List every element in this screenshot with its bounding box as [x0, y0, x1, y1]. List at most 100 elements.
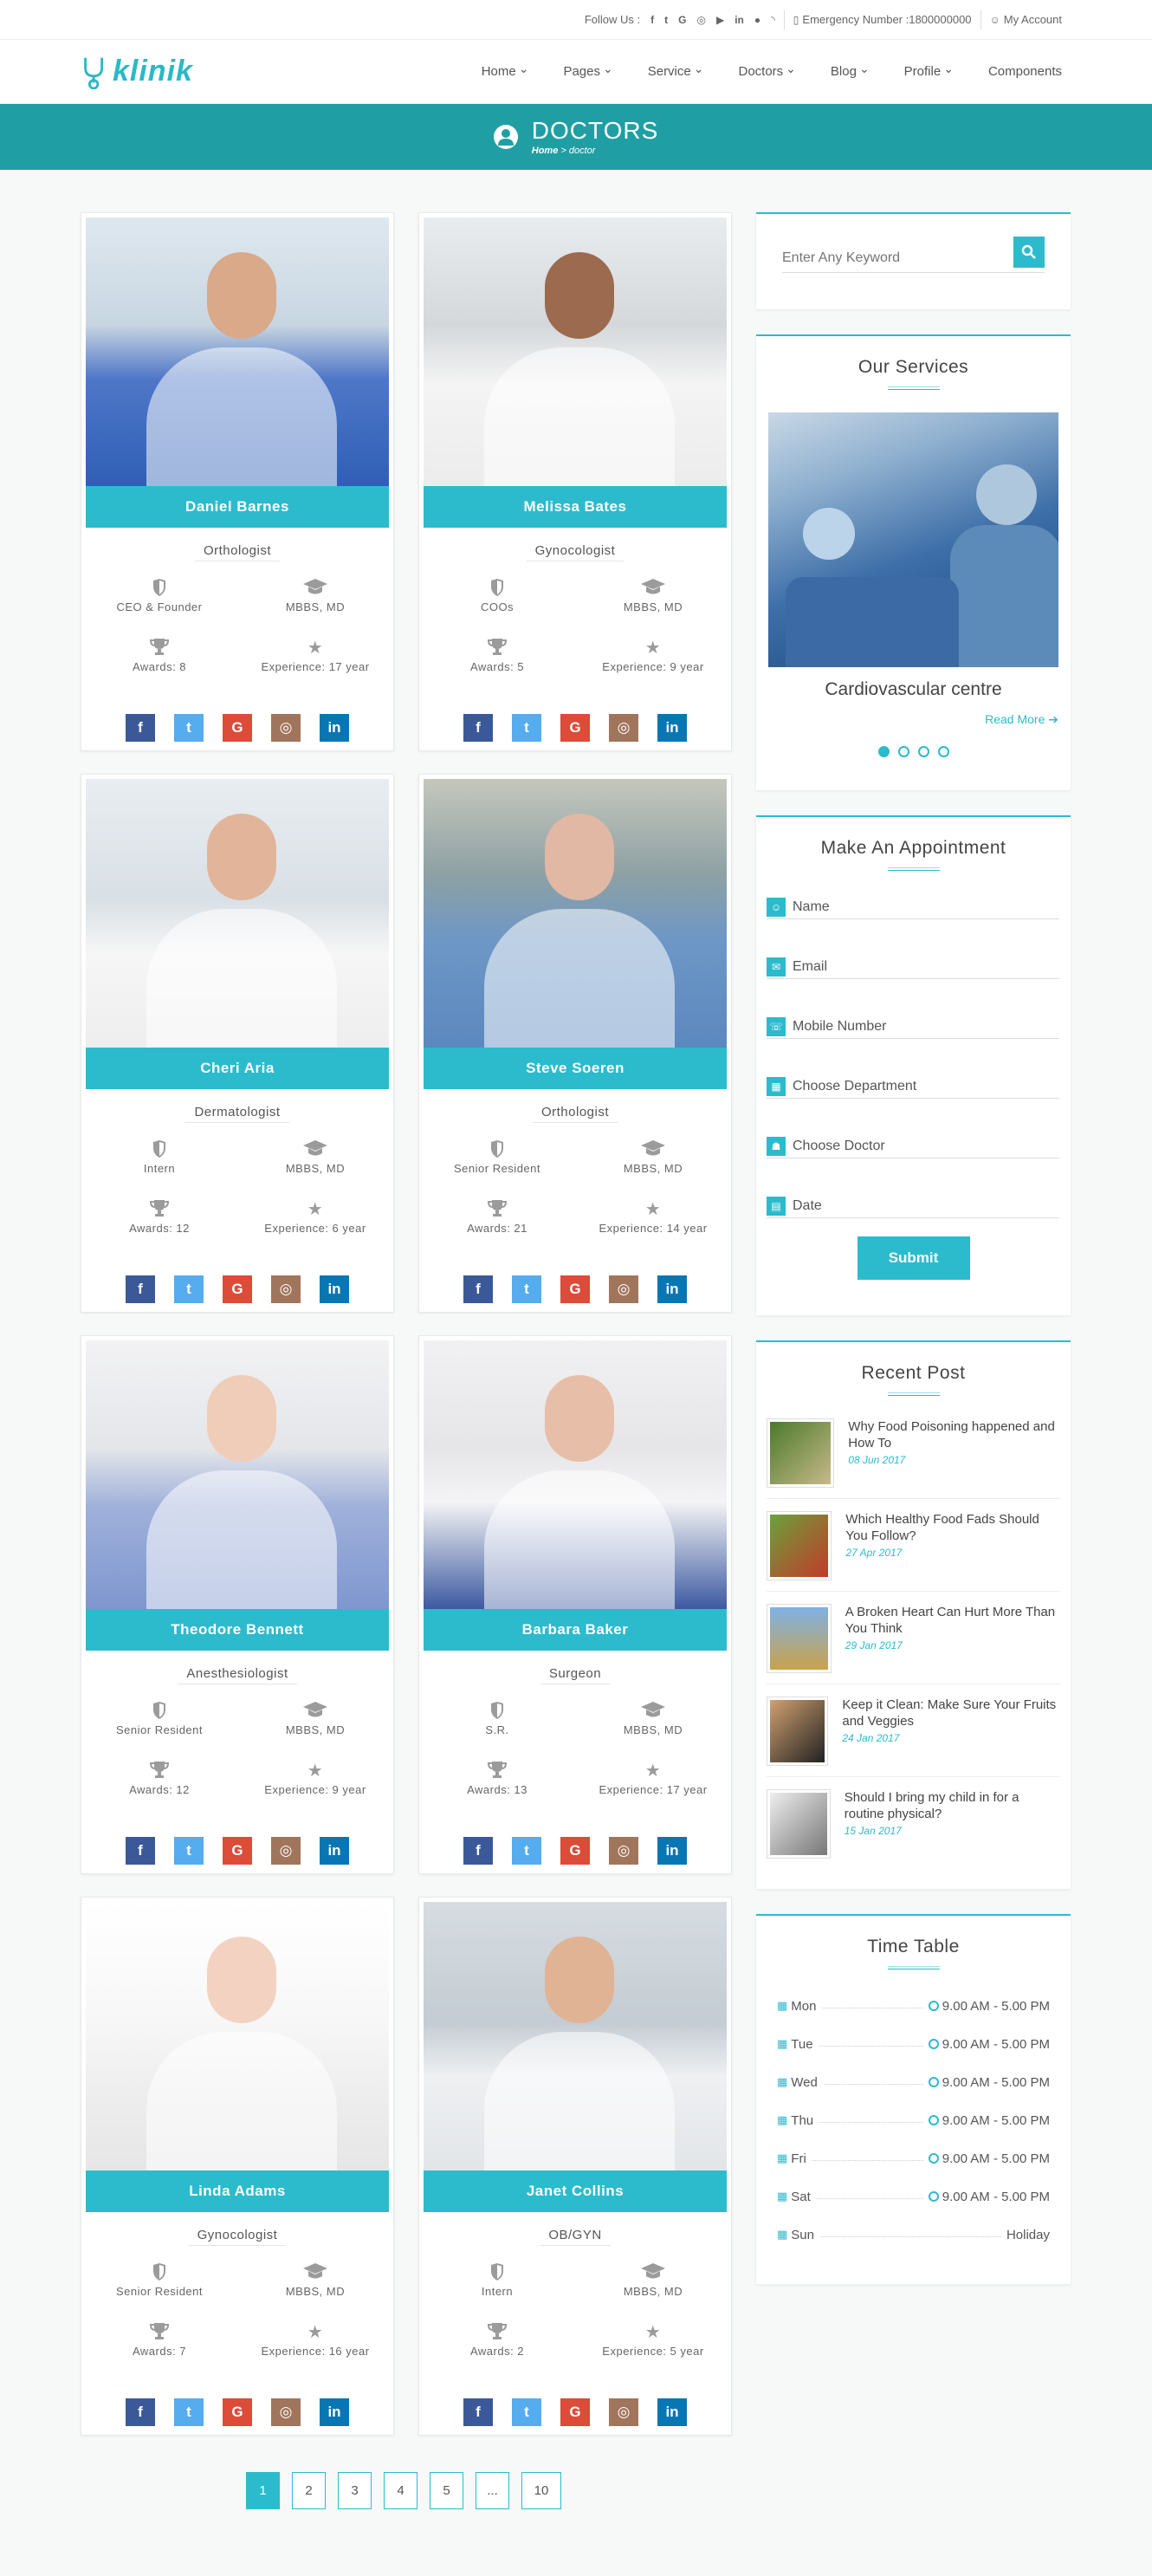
slider-dot[interactable]: [897, 746, 909, 757]
facebook-icon[interactable]: f: [126, 2398, 155, 2426]
recent-post[interactable]: Which Healthy Food Fads Should You Follo…: [767, 1499, 1060, 1592]
mobile-input[interactable]: [793, 1018, 1059, 1035]
doctor-name[interactable]: Cheri Aria: [86, 1048, 389, 1089]
flickr-icon[interactable]: ●: [754, 14, 760, 26]
linkedin-icon[interactable]: in: [320, 1837, 349, 1865]
linkedin-icon[interactable]: in: [735, 14, 744, 26]
search-button[interactable]: [1013, 236, 1045, 268]
facebook-icon[interactable]: f: [650, 14, 654, 26]
page-button[interactable]: 3: [338, 2472, 372, 2509]
page-button[interactable]: 5: [430, 2472, 463, 2509]
google-icon[interactable]: G: [560, 714, 590, 742]
twitter-icon[interactable]: t: [512, 714, 541, 742]
post-thumbnail[interactable]: [767, 1511, 832, 1580]
service-image[interactable]: [768, 412, 1058, 667]
google-icon[interactable]: G: [560, 1837, 590, 1865]
submit-button[interactable]: Submit: [857, 1236, 970, 1280]
google-icon[interactable]: G: [223, 1275, 252, 1303]
doctor-photo[interactable]: [86, 779, 389, 1048]
post-title[interactable]: Should I bring my child in for a routine…: [845, 1789, 1060, 1822]
date-input[interactable]: [793, 1197, 1059, 1214]
google-icon[interactable]: G: [560, 2398, 590, 2426]
instagram-icon[interactable]: ◎: [609, 714, 638, 742]
nav-item-service[interactable]: Service ⌄: [648, 62, 704, 79]
nav-item-profile[interactable]: Profile ⌄: [904, 62, 954, 79]
linkedin-icon[interactable]: in: [657, 1837, 687, 1865]
doctor-photo[interactable]: [86, 217, 389, 486]
doctor-select[interactable]: [793, 1138, 1059, 1154]
twitter-icon[interactable]: t: [512, 1275, 541, 1303]
search-input[interactable]: [782, 250, 1013, 266]
instagram-icon[interactable]: ◎: [271, 714, 301, 742]
twitter-icon[interactable]: t: [174, 2398, 204, 2426]
doctor-name[interactable]: Barbara Baker: [424, 1609, 727, 1651]
post-title[interactable]: Why Food Poisoning happened and How To: [848, 1418, 1060, 1451]
google-icon[interactable]: G: [223, 2398, 252, 2426]
instagram-icon[interactable]: ◎: [271, 2398, 301, 2426]
google-icon[interactable]: G: [223, 1837, 252, 1865]
facebook-icon[interactable]: f: [126, 1275, 155, 1303]
facebook-icon[interactable]: f: [463, 1275, 493, 1303]
doctor-name[interactable]: Theodore Bennett: [86, 1609, 389, 1651]
read-more-link[interactable]: Read More ➔: [756, 712, 1058, 727]
recent-post[interactable]: A Broken Heart Can Hurt More Than You Th…: [767, 1592, 1060, 1684]
nav-item-home[interactable]: Home ⌄: [482, 62, 529, 79]
google-icon[interactable]: G: [678, 14, 686, 26]
post-thumbnail[interactable]: [767, 1697, 829, 1766]
linkedin-icon[interactable]: in: [657, 1275, 687, 1303]
doctor-name[interactable]: Steve Soeren: [424, 1048, 727, 1089]
post-title[interactable]: Keep it Clean: Make Sure Your Fruits and…: [842, 1697, 1060, 1729]
nav-item-doctors[interactable]: Doctors ⌄: [738, 62, 795, 79]
post-thumbnail[interactable]: [767, 1789, 831, 1859]
instagram-icon[interactable]: ◎: [697, 14, 706, 26]
youtube-icon[interactable]: ▶: [716, 14, 724, 26]
google-icon[interactable]: G: [223, 714, 252, 742]
linkedin-icon[interactable]: in: [657, 714, 687, 742]
page-button[interactable]: 2: [292, 2472, 326, 2509]
linkedin-icon[interactable]: in: [657, 2398, 687, 2426]
slider-dot[interactable]: [877, 746, 890, 757]
doctor-name[interactable]: Melissa Bates: [424, 486, 727, 528]
twitter-icon[interactable]: t: [664, 14, 668, 26]
post-title[interactable]: A Broken Heart Can Hurt More Than You Th…: [845, 1604, 1060, 1637]
facebook-icon[interactable]: f: [126, 714, 155, 742]
doctor-photo[interactable]: [424, 1902, 727, 2170]
twitter-icon[interactable]: t: [174, 1837, 204, 1865]
linkedin-icon[interactable]: in: [320, 714, 349, 742]
facebook-icon[interactable]: f: [463, 1837, 493, 1865]
page-button[interactable]: 1: [246, 2472, 280, 2509]
doctor-name[interactable]: Daniel Barnes: [86, 486, 389, 528]
facebook-icon[interactable]: f: [463, 714, 493, 742]
twitter-icon[interactable]: t: [174, 714, 204, 742]
doctor-name[interactable]: Janet Collins: [424, 2170, 727, 2212]
my-account-link[interactable]: My Account: [1004, 13, 1062, 26]
page-button[interactable]: ...: [476, 2472, 509, 2509]
facebook-icon[interactable]: f: [463, 2398, 493, 2426]
logo[interactable]: klinik: [80, 55, 193, 89]
instagram-icon[interactable]: ◎: [609, 1275, 638, 1303]
instagram-icon[interactable]: ◎: [271, 1275, 301, 1303]
doctor-photo[interactable]: [86, 1340, 389, 1609]
name-input[interactable]: [793, 899, 1059, 915]
linkedin-icon[interactable]: in: [320, 1275, 349, 1303]
linkedin-icon[interactable]: in: [320, 2398, 349, 2426]
department-select[interactable]: [793, 1078, 1059, 1094]
recent-post[interactable]: Should I bring my child in for a routine…: [767, 1777, 1060, 1869]
slider-dot[interactable]: [937, 746, 949, 757]
doctor-name[interactable]: Linda Adams: [86, 2170, 389, 2212]
post-thumbnail[interactable]: [767, 1418, 835, 1488]
breadcrumb-home[interactable]: Home: [532, 146, 559, 156]
nav-item-components[interactable]: Components: [988, 64, 1062, 79]
rss-icon[interactable]: ◝: [771, 14, 775, 26]
twitter-icon[interactable]: t: [512, 1837, 541, 1865]
twitter-icon[interactable]: t: [512, 2398, 541, 2426]
nav-item-pages[interactable]: Pages ⌄: [563, 62, 612, 79]
instagram-icon[interactable]: ◎: [271, 1837, 301, 1865]
instagram-icon[interactable]: ◎: [609, 2398, 638, 2426]
nav-item-blog[interactable]: Blog ⌄: [831, 62, 870, 79]
email-input[interactable]: [793, 958, 1059, 975]
doctor-photo[interactable]: [424, 217, 727, 486]
doctor-photo[interactable]: [424, 779, 727, 1048]
twitter-icon[interactable]: t: [174, 1275, 204, 1303]
page-button[interactable]: 10: [521, 2472, 561, 2509]
